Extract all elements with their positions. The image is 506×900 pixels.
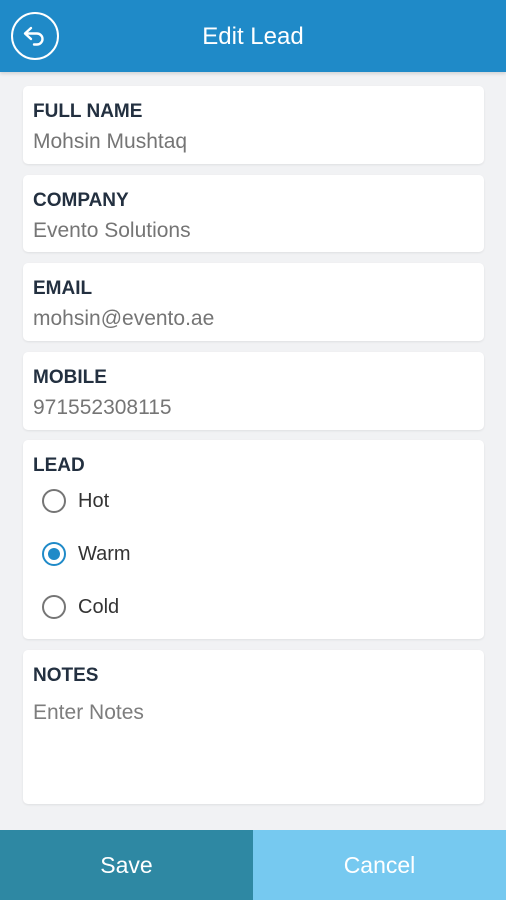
email-card: EMAIL [23, 263, 484, 341]
lead-card: LEAD Hot Warm Cold [23, 440, 484, 639]
lead-option-cold[interactable]: Cold [42, 593, 119, 621]
lead-option-hot[interactable]: Hot [42, 487, 109, 515]
full-name-card: FULL NAME [23, 86, 484, 164]
radio-unchecked-icon[interactable] [42, 489, 66, 513]
lead-option-label: Cold [78, 596, 120, 618]
save-button[interactable]: Save [0, 830, 253, 900]
lead-option-label: Warm [78, 543, 131, 565]
mobile-card: MOBILE [23, 352, 484, 430]
lead-option-warm[interactable]: Warm [42, 540, 131, 568]
notes-label: NOTES [33, 665, 99, 686]
radio-unchecked-icon[interactable] [42, 595, 66, 619]
radio-checked-icon[interactable] [42, 542, 66, 566]
cancel-button[interactable]: Cancel [253, 830, 506, 900]
lead-option-label: Hot [78, 490, 110, 512]
lead-label: LEAD [33, 455, 85, 476]
mobile-field[interactable] [33, 395, 473, 421]
full-name-field[interactable] [33, 129, 473, 155]
email-field[interactable] [33, 306, 473, 332]
company-label: COMPANY [33, 190, 129, 211]
mobile-label: MOBILE [33, 367, 107, 388]
notes-card: NOTES [23, 650, 484, 804]
email-label: EMAIL [33, 278, 93, 299]
company-field[interactable] [33, 218, 473, 244]
app-header: Edit Lead [0, 0, 506, 72]
notes-textarea[interactable] [33, 700, 473, 790]
company-card: COMPANY [23, 175, 484, 252]
page-title: Edit Lead [202, 23, 304, 50]
full-name-label: FULL NAME [33, 101, 143, 122]
